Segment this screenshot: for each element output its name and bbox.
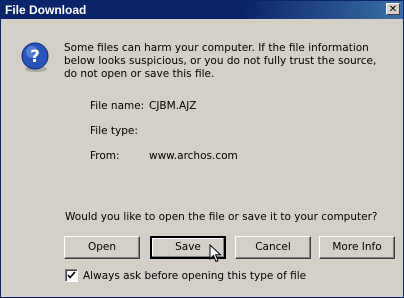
- always-ask-checkbox-row[interactable]: Always ask before opening this type of f…: [65, 269, 306, 282]
- checkmark-icon: [67, 271, 76, 279]
- svg-text:?: ?: [30, 47, 40, 67]
- open-or-save-question: Would you like to open the file or save …: [65, 211, 378, 223]
- close-button[interactable]: ✕: [386, 3, 400, 15]
- open-button[interactable]: Open: [64, 236, 140, 259]
- file-name-label: File name:: [90, 100, 145, 112]
- window-title: File Download: [5, 3, 87, 17]
- more-info-button[interactable]: More Info: [319, 236, 395, 259]
- file-name-row: File name: CJBM.AJZ: [90, 100, 197, 112]
- file-download-dialog: File Download ✕ ? Some files can harm yo…: [0, 0, 404, 298]
- file-from-label: From:: [90, 150, 120, 162]
- always-ask-checkbox[interactable]: [65, 269, 78, 282]
- always-ask-label: Always ask before opening this type of f…: [83, 270, 307, 282]
- file-from-row: From: www.archos.com: [90, 150, 238, 162]
- warning-message: Some files can harm your computer. If th…: [64, 42, 377, 80]
- file-name-value: CJBM.AJZ: [149, 100, 197, 112]
- file-type-label: File type:: [90, 125, 138, 137]
- file-from-value: www.archos.com: [149, 150, 238, 162]
- mouse-pointer-icon: [209, 243, 223, 267]
- cancel-button[interactable]: Cancel: [235, 236, 311, 259]
- title-bar[interactable]: File Download ✕: [1, 1, 403, 19]
- question-icon: ?: [19, 41, 51, 73]
- file-type-row: File type:: [90, 125, 149, 137]
